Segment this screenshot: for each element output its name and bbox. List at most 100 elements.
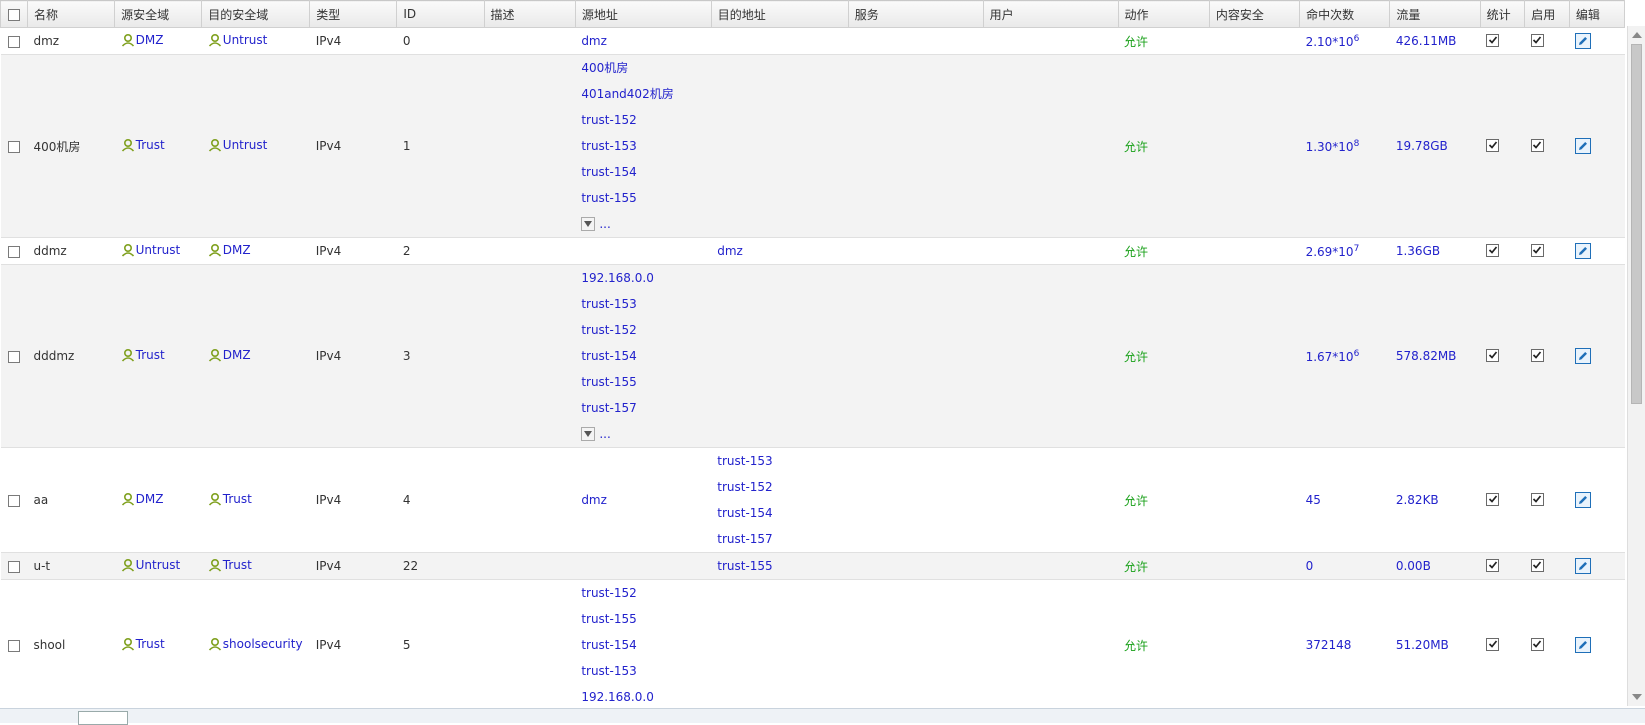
expand-more[interactable]: ... (581, 421, 711, 447)
dropdown-arrow-icon[interactable] (581, 427, 596, 441)
edit-icon[interactable] (1575, 347, 1592, 364)
col-enable[interactable]: 启用 (1524, 0, 1570, 28)
src-address-link[interactable]: 401and402机房 (581, 81, 711, 107)
dropdown-arrow-icon[interactable] (581, 217, 596, 231)
dst-zone-link[interactable]: DMZ (208, 243, 251, 257)
row-checkbox[interactable] (0, 264, 28, 448)
col-stats[interactable]: 统计 (1479, 0, 1526, 28)
src-zone-link[interactable]: DMZ (121, 492, 163, 506)
stats-checkbox[interactable] (1486, 558, 1500, 572)
col-content-security[interactable]: 内容安全 (1208, 0, 1301, 28)
dst-zone-link[interactable]: Trust (208, 492, 252, 506)
src-address-link[interactable]: trust-152 (581, 107, 711, 133)
enable-checkbox[interactable] (1530, 33, 1544, 47)
enable-checkbox[interactable] (1530, 348, 1544, 362)
src-address-link[interactable]: 192.168.0.0 (581, 265, 711, 291)
table-row[interactable]: dddmz Trust DMZ IPv4 3 192.168.0.0 trust-153 tr… (0, 264, 1625, 448)
src-zone-link[interactable]: DMZ (121, 33, 163, 47)
dst-address-link[interactable]: trust-153 (717, 448, 848, 474)
table-row[interactable]: u-t Untrust Trust IPv4 22 trust-155 允许 0 0.00B (0, 552, 1625, 580)
src-address-link[interactable]: trust-154 (581, 159, 711, 185)
src-address-link[interactable]: trust-153 (581, 658, 711, 684)
row-checkbox[interactable] (0, 447, 28, 553)
edit-icon[interactable] (1575, 557, 1592, 574)
stats-checkbox[interactable] (1486, 33, 1500, 47)
table-row[interactable]: dmz DMZ Untrust IPv4 0 dmz 允许 2.10*106 426.11MB (0, 27, 1625, 55)
table-row[interactable]: 400机房 Trust Untrust IPv4 1 400机房 401and402机房 tr… (0, 54, 1625, 238)
dst-zone-link[interactable]: Trust (208, 558, 252, 572)
dst-zone-link[interactable]: shoolsecurity (208, 637, 303, 651)
row-checkbox[interactable] (0, 579, 28, 711)
src-zone-link[interactable]: Trust (121, 138, 165, 152)
col-name[interactable]: 名称 (26, 0, 116, 28)
src-address-link[interactable]: trust-155 (581, 369, 711, 395)
src-address-link[interactable]: 400机房 (581, 55, 711, 81)
src-address-link[interactable]: trust-157 (581, 395, 711, 421)
src-zone-link[interactable]: Untrust (121, 243, 180, 257)
stats-checkbox[interactable] (1486, 492, 1500, 506)
col-src-zone[interactable]: 源安全域 (114, 0, 203, 28)
dst-address-link[interactable]: trust-157 (717, 526, 848, 552)
col-edit[interactable]: 编辑 (1568, 0, 1626, 28)
src-address-link[interactable]: 192.168.0.0 (581, 684, 711, 710)
col-id[interactable]: ID (396, 0, 485, 28)
col-service[interactable]: 服务 (847, 0, 984, 28)
src-address-link[interactable]: trust-155 (581, 185, 711, 211)
edit-icon[interactable] (1575, 242, 1592, 259)
src-zone-link[interactable]: Trust (121, 637, 165, 651)
row-checkbox[interactable] (0, 552, 28, 580)
src-address-link[interactable]: dmz (581, 487, 711, 513)
src-address-link[interactable]: trust-155 (581, 606, 711, 632)
expand-more[interactable]: ... (581, 211, 711, 237)
col-user[interactable]: 用户 (982, 0, 1119, 28)
col-src-addr[interactable]: 源地址 (574, 0, 712, 28)
enable-checkbox[interactable] (1530, 243, 1544, 257)
src-zone-link[interactable]: Untrust (121, 558, 180, 572)
edit-icon[interactable] (1575, 137, 1592, 154)
scroll-down-icon[interactable] (1632, 694, 1642, 700)
scroll-up-icon[interactable] (1632, 32, 1642, 38)
stats-checkbox[interactable] (1486, 138, 1500, 152)
src-address-link[interactable]: trust-152 (581, 580, 711, 606)
enable-checkbox[interactable] (1530, 138, 1544, 152)
src-address-link[interactable]: dmz (581, 28, 711, 54)
src-zone-link[interactable]: Trust (121, 348, 165, 362)
src-address-link[interactable]: trust-154 (581, 632, 711, 658)
dst-zone-link[interactable]: Untrust (208, 33, 267, 47)
col-dst-addr[interactable]: 目的地址 (710, 0, 849, 28)
dst-address-link[interactable]: trust-155 (717, 553, 848, 579)
col-hits[interactable]: 命中次数 (1299, 0, 1391, 28)
edit-icon[interactable] (1575, 491, 1592, 508)
src-address-link[interactable]: trust-153 (581, 291, 711, 317)
src-address-link[interactable]: trust-152 (581, 317, 711, 343)
stats-checkbox[interactable] (1486, 637, 1500, 651)
dst-address-link[interactable]: dmz (717, 238, 848, 264)
dst-zone-link[interactable]: DMZ (208, 348, 251, 362)
row-checkbox[interactable] (0, 54, 28, 238)
dst-address-link[interactable]: trust-154 (717, 500, 848, 526)
enable-checkbox[interactable] (1530, 492, 1544, 506)
table-row[interactable]: shool Trust shoolsecurity IPv4 5 trust-152 tru… (0, 579, 1625, 711)
edit-icon[interactable] (1575, 32, 1592, 49)
table-row[interactable]: aa DMZ Trust IPv4 4 dmz trust-153 trust-152 trus… (0, 447, 1625, 553)
dst-zone-link[interactable]: Untrust (208, 138, 267, 152)
scroll-thumb[interactable] (1631, 44, 1642, 404)
dst-address-link[interactable]: trust-152 (717, 474, 848, 500)
src-address-link[interactable]: trust-153 (581, 133, 711, 159)
src-address-link[interactable]: trust-154 (581, 343, 711, 369)
col-type[interactable]: 类型 (309, 0, 398, 28)
table-row[interactable]: ddmz Untrust DMZ IPv4 2 dmz 允许 2.69*107 1.36GB (0, 237, 1625, 265)
enable-checkbox[interactable] (1530, 558, 1544, 572)
stats-checkbox[interactable] (1486, 348, 1500, 362)
row-checkbox[interactable] (0, 237, 28, 265)
col-action[interactable]: 动作 (1117, 0, 1210, 28)
enable-checkbox[interactable] (1530, 637, 1544, 651)
page-number-input[interactable] (78, 711, 128, 725)
row-checkbox[interactable] (0, 27, 28, 55)
vertical-scrollbar[interactable] (1627, 26, 1645, 706)
edit-icon[interactable] (1575, 636, 1592, 653)
stats-checkbox[interactable] (1486, 243, 1500, 257)
col-desc[interactable]: 描述 (483, 0, 576, 28)
select-all-checkbox[interactable] (0, 0, 28, 28)
col-dst-zone[interactable]: 目的安全域 (201, 0, 311, 28)
